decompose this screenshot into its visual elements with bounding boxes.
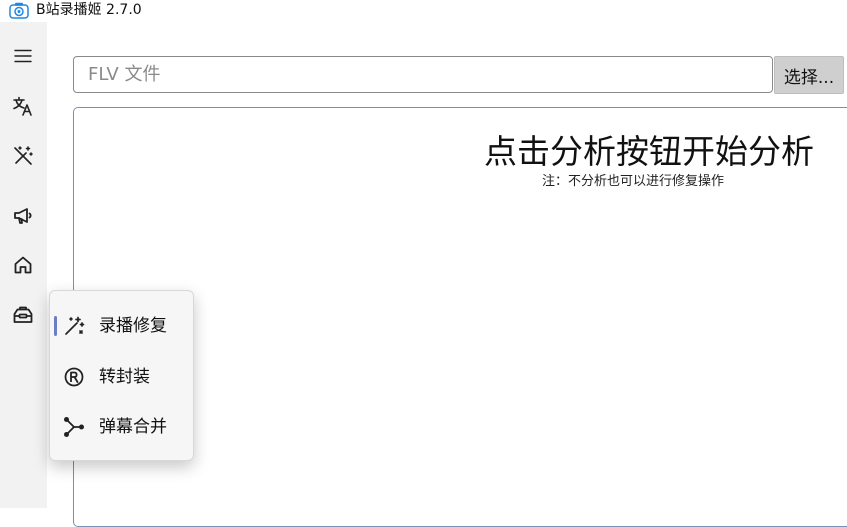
merge-icon — [64, 417, 84, 437]
home-icon — [14, 256, 32, 274]
analysis-hint-title: 点击分析按钮开始分析 — [484, 132, 814, 171]
flv-file-input[interactable] — [73, 56, 773, 93]
registered-icon — [64, 367, 84, 387]
menu-item-label: 录播修复 — [99, 316, 167, 336]
menu-item-remux[interactable]: 转封装 — [54, 357, 190, 397]
menu-item-danmaku-merge[interactable]: 弹幕合并 — [54, 407, 190, 447]
announcement-button[interactable] — [9, 202, 37, 230]
choose-file-button[interactable]: 选择... — [774, 56, 844, 94]
toolbox-button[interactable] — [9, 301, 37, 329]
menu-item-label: 转封装 — [99, 367, 150, 387]
megaphone-icon — [14, 208, 32, 224]
translate-icon — [13, 96, 32, 116]
hamburger-menu-icon — [14, 49, 32, 63]
title-bar: B站录播姬 2.7.0 — [0, 0, 847, 22]
toolbox-flyout-menu: 录播修复 转封装 弹幕合并 — [49, 290, 194, 461]
menu-item-recording-repair[interactable]: 录播修复 — [54, 306, 190, 346]
magic-wand-off-icon — [14, 146, 33, 165]
magic-wand-icon — [65, 316, 85, 335]
toolbox-icon — [13, 306, 33, 323]
menu-item-label: 弹幕合并 — [99, 417, 167, 437]
language-button[interactable] — [9, 92, 37, 120]
window-title: B站录播姬 2.7.0 — [36, 2, 142, 18]
home-button[interactable] — [9, 251, 37, 279]
camera-icon — [9, 2, 29, 19]
selection-indicator — [54, 316, 57, 336]
navigation-rail — [0, 22, 47, 508]
hamburger-menu-button[interactable] — [9, 42, 37, 70]
analysis-hint-note: 注：不分析也可以进行修复操作 — [542, 174, 725, 189]
tools-off-button[interactable] — [9, 142, 37, 170]
